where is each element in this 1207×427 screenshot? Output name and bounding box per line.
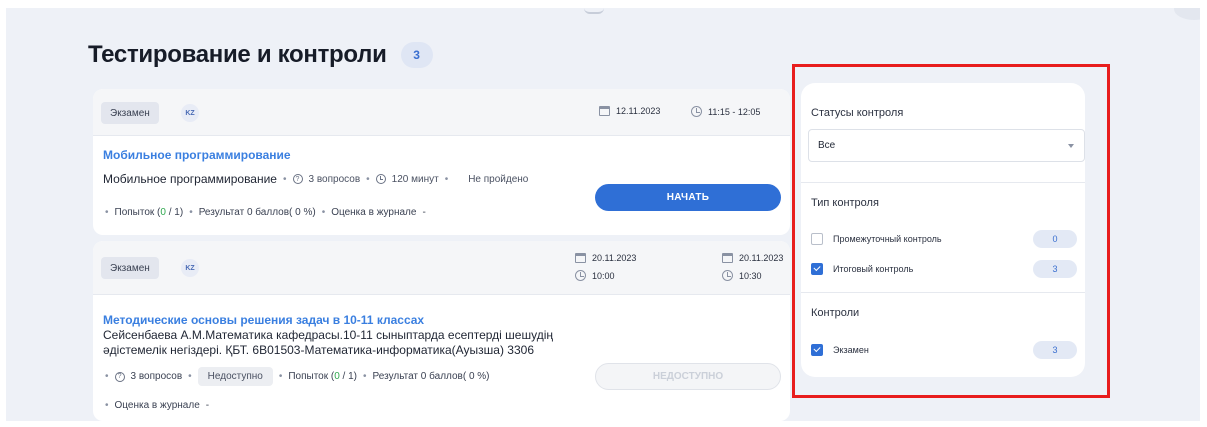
course-description: Сейсенбаева А.М.Математика кафедрасы.10-… [103, 328, 553, 357]
unavailable-button[interactable]: НЕДОСТУПНО [595, 363, 781, 390]
language-badge: KZ [181, 104, 199, 122]
page-title: Тестирование и контроли [88, 41, 387, 68]
end-date-meta: 20.11.2023 [722, 253, 783, 263]
test-card: Экзамен KZ 20.11.2023 10:00 20.11.2023 1… [93, 241, 790, 421]
start-time-text: 10:00 [592, 270, 615, 281]
calendar-icon [722, 253, 733, 263]
end-time-meta: 10:30 [722, 270, 762, 281]
attempt-stats: • ? 3 вопросов • Недоступно • Попыток (0… [105, 367, 490, 386]
question-icon: ? [114, 371, 125, 382]
question-icon: ? [292, 174, 303, 184]
journal-grade: Оценка в журнале [114, 400, 200, 411]
exam-tag: Экзамен [101, 257, 159, 279]
start-date-text: 20.11.2023 [592, 253, 637, 263]
calendar-icon [575, 253, 586, 263]
availability-badge: Недоступно [197, 367, 273, 386]
attempts: Попыток (0 / 1) [114, 207, 184, 218]
exam-tag: Экзамен [101, 102, 159, 124]
course-subtitle: Мобильное программирование [103, 172, 277, 186]
start-button[interactable]: НАЧАТЬ [595, 184, 781, 211]
top-decoration [584, 8, 604, 14]
count-badge: 3 [400, 42, 433, 68]
avatar[interactable] [1174, 8, 1200, 20]
calendar-icon [599, 106, 610, 116]
journal-grade: Оценка в журнале [331, 207, 417, 218]
attempt-stats: • Попыток (0 / 1) • Результат 0 баллов( … [105, 207, 426, 218]
journal-grade-value: - [422, 207, 426, 218]
questions-count: 3 вопросов [308, 173, 361, 185]
status-text: Не пройдено [468, 173, 529, 185]
page-header: Тестирование и контроли 3 [88, 41, 433, 69]
clock-icon [691, 106, 702, 117]
card-header: Экзамен KZ 12.11.2023 11:15 - 12:05 [93, 89, 790, 136]
card-header: Экзамен KZ 20.11.2023 10:00 20.11.2023 1… [93, 241, 790, 295]
course-title-link[interactable]: Мобильное программирование [103, 148, 291, 162]
test-card: Экзамен KZ 12.11.2023 11:15 - 12:05 Моби… [93, 89, 790, 235]
time-text: 11:15 - 12:05 [708, 106, 761, 117]
course-title-link[interactable]: Методические основы решения задач в 10-1… [103, 313, 424, 327]
date-text: 12.11.2023 [616, 106, 661, 116]
time-meta: 11:15 - 12:05 [691, 106, 760, 117]
journal-grade-value: - [205, 400, 210, 411]
language-badge: KZ [181, 259, 199, 277]
duration: 120 минут [391, 173, 439, 185]
start-time-meta: 10:00 [575, 270, 615, 281]
result: Результат 0 баллов( 0 %) [198, 207, 316, 218]
questions-count: 3 вопросов [130, 371, 183, 382]
clock-icon [722, 270, 733, 281]
timer-icon [375, 174, 386, 184]
clock-icon [575, 270, 586, 281]
attempts: Попыток (0 / 1) [288, 371, 358, 382]
end-date-text: 20.11.2023 [739, 253, 784, 263]
end-time-text: 10:30 [739, 270, 762, 281]
result: Результат 0 баллов( 0 %) [372, 371, 490, 382]
course-info-line: Мобильное программирование • ? 3 вопросо… [103, 172, 529, 186]
highlight-frame [792, 64, 1110, 398]
journal-line: • Оценка в журнале - [105, 400, 210, 411]
page-background: Тестирование и контроли 3 Экзамен KZ 12.… [6, 8, 1200, 421]
date-meta: 12.11.2023 [599, 106, 660, 116]
start-date-meta: 20.11.2023 [575, 253, 636, 263]
